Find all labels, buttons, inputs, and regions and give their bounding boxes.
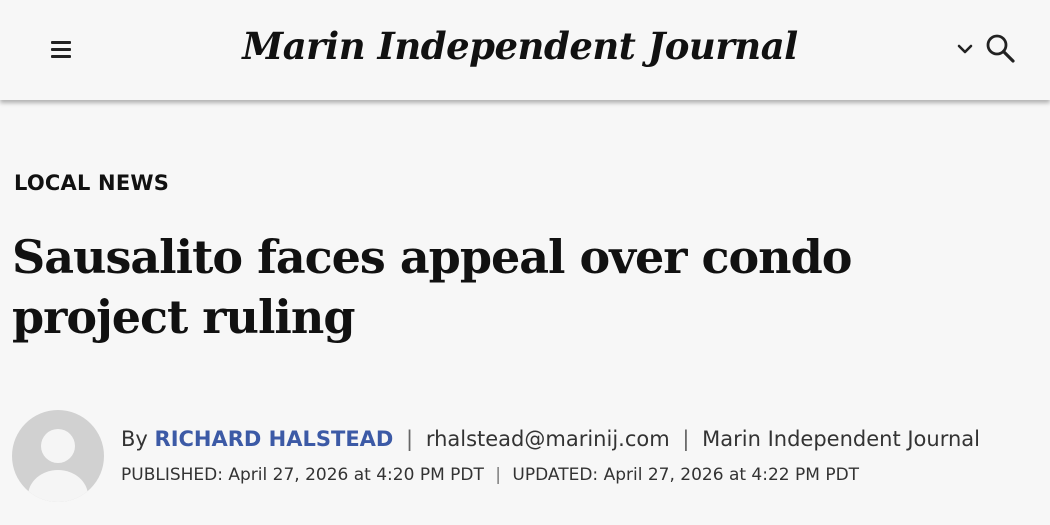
- published-label: Published:: [121, 465, 223, 485]
- avatar-silhouette-icon: [28, 429, 88, 502]
- publication-name: Marin Independent Journal: [702, 427, 980, 451]
- updated-label: Updated:: [512, 465, 599, 485]
- menu-line: [51, 47, 71, 51]
- chevron-down-icon[interactable]: [954, 38, 976, 60]
- search-icon[interactable]: [982, 30, 1018, 66]
- dateline-separator: |: [495, 465, 502, 485]
- byline-prefix: By: [121, 427, 148, 451]
- menu-line: [51, 40, 71, 44]
- author-avatar: [12, 410, 104, 502]
- byline: By RICHARD HALSTEAD | rhalstead@marinij.…: [121, 427, 980, 451]
- hamburger-menu-icon[interactable]: [46, 36, 76, 62]
- section-label[interactable]: LOCAL NEWS: [14, 171, 169, 195]
- published-date: April 27, 2026 at 4:20 PM PDT: [228, 465, 484, 485]
- byline-separator: |: [682, 427, 690, 451]
- dateline: Published: April 27, 2026 at 4:20 PM PDT…: [121, 465, 859, 485]
- author-link[interactable]: RICHARD HALSTEAD: [155, 427, 394, 451]
- article-headline: Sausalito faces appeal over condo projec…: [12, 230, 852, 344]
- updated-date: April 27, 2026 at 4:22 PM PDT: [603, 465, 860, 485]
- byline-separator: |: [406, 427, 414, 451]
- site-header: Marin Independent Journal: [0, 0, 1050, 100]
- site-logo[interactable]: Marin Independent Journal: [210, 24, 830, 68]
- menu-line: [51, 54, 71, 58]
- author-email[interactable]: rhalstead@marinij.com: [426, 427, 670, 451]
